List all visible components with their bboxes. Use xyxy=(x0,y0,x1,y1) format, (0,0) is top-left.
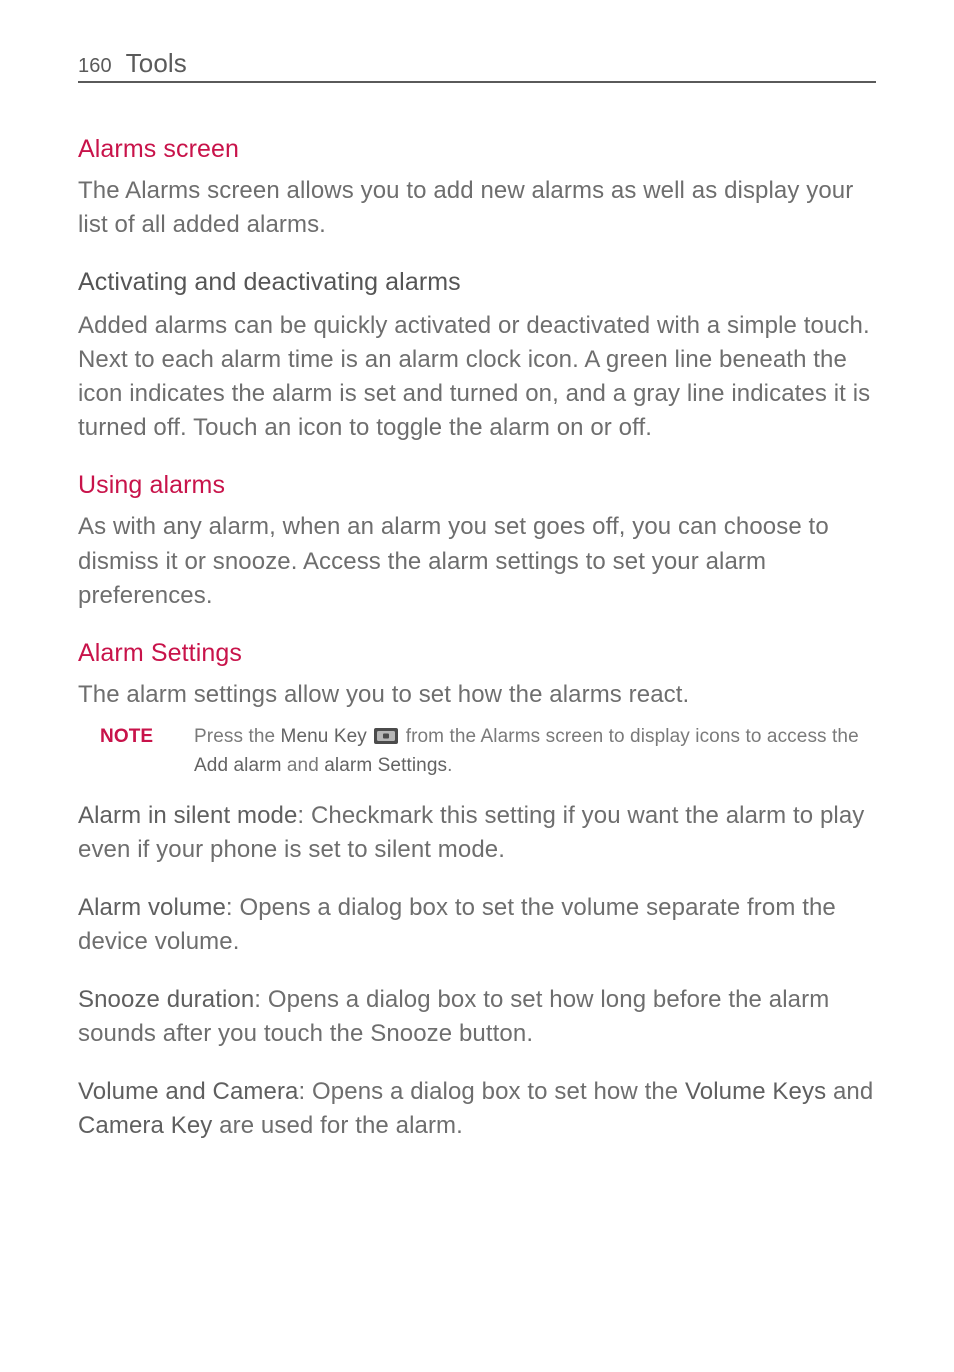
note-add-alarm: Add alarm xyxy=(194,755,282,776)
heading-alarms-screen: Alarms screen xyxy=(78,135,876,164)
note-body: Press the Menu Key from the Alarms scree… xyxy=(194,722,876,781)
term-silent: Alarm in silent mode xyxy=(78,802,297,829)
note-text-suffix: . xyxy=(447,755,452,776)
page-number: 160 xyxy=(78,55,112,78)
body-alarms-screen: The Alarms screen allows you to add new … xyxy=(78,174,876,242)
term-volume-keys: Volume Keys xyxy=(685,1078,826,1105)
def-snooze: Snooze duration: Opens a dialog box to s… xyxy=(78,983,876,1051)
term-camera-key: Camera Key xyxy=(78,1112,212,1139)
heading-using-alarms: Using alarms xyxy=(78,471,876,500)
chapter-title: Tools xyxy=(126,48,187,79)
note-text-mid1: from the Alarms screen to display icons … xyxy=(406,726,859,747)
term-volume: Alarm volume xyxy=(78,894,226,921)
note-text-prefix: Press the xyxy=(194,726,281,747)
def-volume-camera: Volume and Camera: Opens a dialog box to… xyxy=(78,1075,876,1143)
body-using-alarms: As with any alarm, when an alarm you set… xyxy=(78,510,876,612)
heading-alarm-settings: Alarm Settings xyxy=(78,639,876,668)
body-activating: Added alarms can be quickly activated or… xyxy=(78,309,876,445)
page-header: 160 Tools xyxy=(78,48,876,83)
heading-activating: Activating and deactivating alarms xyxy=(78,268,876,297)
page-container: 160 Tools Alarms screen The Alarms scree… xyxy=(0,0,954,1227)
desc-vc-mid1: : Opens a dialog box to set how the xyxy=(299,1078,686,1105)
def-silent: Alarm in silent mode: Checkmark this set… xyxy=(78,799,876,867)
note-label: NOTE xyxy=(78,722,194,751)
desc-vc-suffix: are used for the alarm. xyxy=(212,1112,463,1139)
body-alarm-settings: The alarm settings allow you to set how … xyxy=(78,678,876,712)
note-menu-key: Menu Key xyxy=(281,726,367,747)
desc-vc-mid2: and xyxy=(826,1078,873,1105)
note-block: NOTE Press the Menu Key from the Alarms … xyxy=(78,722,876,781)
menu-key-icon xyxy=(374,728,398,744)
term-volume-camera: Volume and Camera xyxy=(78,1078,299,1105)
def-volume: Alarm volume: Opens a dialog box to set … xyxy=(78,891,876,959)
term-snooze: Snooze duration xyxy=(78,986,254,1013)
note-alarm-settings: alarm Settings xyxy=(324,755,447,776)
note-text-mid2: and xyxy=(282,755,325,776)
